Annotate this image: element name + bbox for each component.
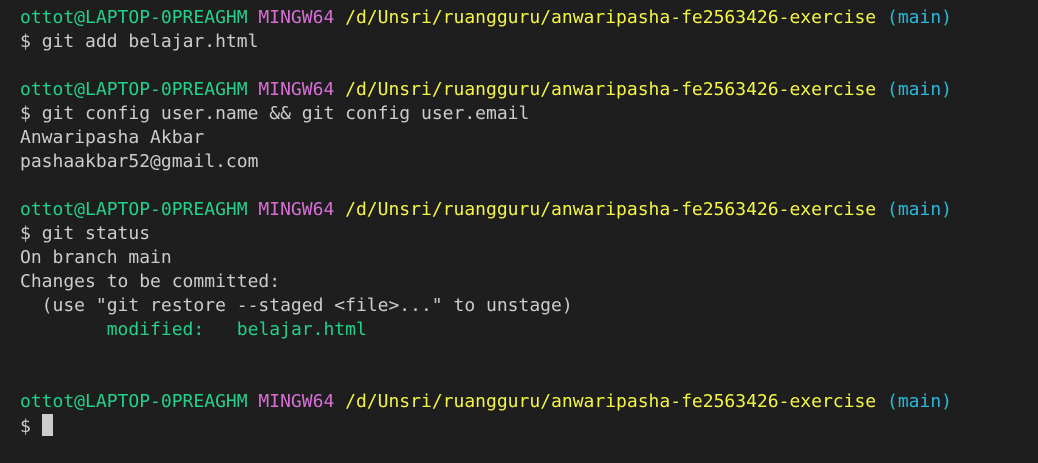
prompt-system: MINGW64 — [258, 79, 335, 100]
prompt-user-host: ottot@LAPTOP-0PREAGHM — [20, 79, 248, 100]
prompt-branch: (main) — [886, 199, 953, 220]
prompt-line: ottot@LAPTOP-0PREAGHM MINGW64 /d/Unsri/r… — [20, 390, 1038, 414]
output-line: (use "git restore --staged <file>..." to… — [20, 295, 573, 316]
prompt-path: /d/Unsri/ruangguru/anwaripasha-fe2563426… — [345, 7, 877, 28]
modified-line: modified: belajar.html — [20, 318, 1038, 342]
prompt-user-host: ottot@LAPTOP-0PREAGHM — [20, 7, 248, 28]
prompt-line: ottot@LAPTOP-0PREAGHM MINGW64 /d/Unsri/r… — [20, 78, 1038, 102]
prompt-path: /d/Unsri/ruangguru/anwaripasha-fe2563426… — [345, 79, 877, 100]
output-line: On branch main — [20, 247, 172, 268]
output-line: pashaakbar52@gmail.com — [20, 151, 259, 172]
command-text: git config user.name && git config user.… — [41, 103, 530, 124]
prompt-user-host: ottot@LAPTOP-0PREAGHM — [20, 391, 248, 412]
prompt-branch: (main) — [886, 79, 953, 100]
command-text: git add belajar.html — [41, 31, 259, 52]
output-line: Anwaripasha Akbar — [20, 127, 205, 148]
prompt-symbol: $ — [20, 223, 31, 244]
prompt-line: ottot@LAPTOP-0PREAGHM MINGW64 /d/Unsri/r… — [20, 6, 1038, 30]
modified-label: modified: — [106, 319, 205, 340]
modified-file: belajar.html — [236, 319, 367, 340]
prompt-line: ottot@LAPTOP-0PREAGHM MINGW64 /d/Unsri/r… — [20, 198, 1038, 222]
prompt-path: /d/Unsri/ruangguru/anwaripasha-fe2563426… — [345, 391, 877, 412]
prompt-symbol: $ — [20, 103, 31, 124]
prompt-system: MINGW64 — [258, 199, 335, 220]
input-line[interactable]: $ — [20, 414, 1038, 438]
output-line: Changes to be committed: — [20, 271, 281, 292]
command-line: $ git status — [20, 222, 1038, 246]
prompt-branch: (main) — [886, 391, 953, 412]
prompt-branch: (main) — [886, 7, 953, 28]
prompt-user-host: ottot@LAPTOP-0PREAGHM — [20, 199, 248, 220]
prompt-system: MINGW64 — [258, 7, 335, 28]
prompt-symbol: $ — [20, 31, 31, 52]
command-text: git status — [41, 223, 151, 244]
prompt-system: MINGW64 — [258, 391, 335, 412]
command-line: $ git add belajar.html — [20, 30, 1038, 54]
terminal-window[interactable]: ottot@LAPTOP-0PREAGHM MINGW64 /d/Unsri/r… — [0, 0, 1038, 463]
prompt-path: /d/Unsri/ruangguru/anwaripasha-fe2563426… — [345, 199, 877, 220]
command-line: $ git config user.name && git config use… — [20, 102, 1038, 126]
prompt-symbol: $ — [20, 416, 31, 437]
text-cursor[interactable] — [41, 414, 53, 436]
